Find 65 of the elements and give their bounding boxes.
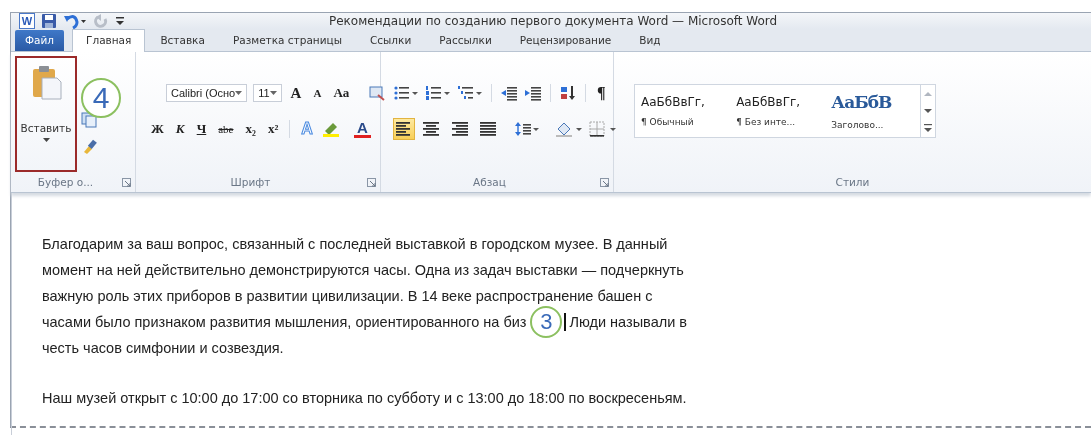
clear-formatting-icon[interactable] <box>368 85 387 101</box>
ribbon-tab[interactable]: Рассылки <box>426 30 505 51</box>
ribbon-tab[interactable]: Вставка <box>147 30 218 51</box>
line-spacing-icon[interactable] <box>515 121 539 137</box>
style-name[interactable]: Заголово... <box>831 120 915 130</box>
file-tab[interactable]: Файл <box>15 30 64 51</box>
document-text: Благодарим за ваш вопрос, связанный с последней выставкой в городском музее. В данный <box>42 235 668 254</box>
document-text: часами было признаком развития мышления, ориентированного на биз <box>42 313 527 332</box>
show-formatting-button[interactable]: ¶ <box>594 84 609 102</box>
bullets-icon[interactable] <box>393 85 419 101</box>
dialog-launcher-icon[interactable] <box>600 177 609 187</box>
group-label: Стили <box>834 176 871 188</box>
window-title: Рекомендации по созданию первого документа Word — Microsoft Word <box>329 14 778 28</box>
font-name-dropdown[interactable]: Calibri (Осно <box>166 84 248 102</box>
subscript-button[interactable]: x₂ <box>242 121 259 137</box>
grow-font-button[interactable]: A <box>287 84 305 102</box>
callout-number: 3 <box>530 306 563 338</box>
sort-icon[interactable] <box>559 85 577 101</box>
group-label: Абзац <box>472 176 507 188</box>
document-text: важную роль этих приборов в развитии цивилизации. В 14 веке распространение башен с <box>42 287 653 306</box>
increase-indent-icon[interactable] <box>524 85 542 101</box>
style-sample[interactable]: АаБбВвГг, <box>736 95 820 109</box>
clipboard-icon[interactable] <box>30 64 62 100</box>
font-size-dropdown[interactable]: 11 <box>253 84 282 102</box>
ribbon-tab[interactable]: Ссылки <box>356 30 425 51</box>
ribbon-tab[interactable]: Главная <box>72 29 146 52</box>
document-text: честь часов симфонии и созвездия. <box>42 339 284 358</box>
undo-icon[interactable] <box>63 13 87 29</box>
more-styles-icon[interactable] <box>922 122 935 135</box>
style-sample[interactable]: АаБбВвГг, <box>641 95 725 109</box>
shading-icon[interactable] <box>555 121 583 137</box>
underline-button[interactable]: Ч <box>193 121 210 137</box>
app-logo[interactable]: W <box>19 13 35 29</box>
style-name[interactable]: ¶ Обычный <box>641 117 725 127</box>
document-text: Люди называли в <box>569 313 687 332</box>
decrease-indent-icon[interactable] <box>500 85 518 101</box>
ribbon-tab[interactable]: Вид <box>626 30 674 51</box>
group-label: Буфер о... <box>36 176 95 188</box>
bold-button[interactable]: Ж <box>148 121 167 137</box>
paste-button[interactable]: Вставить <box>15 56 77 172</box>
change-case-button[interactable]: Aa <box>330 85 353 101</box>
shrink-font-button[interactable]: A <box>310 87 325 99</box>
ribbon-tab[interactable]: Разметка страницы <box>219 30 355 51</box>
document-text: Наш музей открыт с 10:00 до 17:00 со вторника по субботу и с 13:00 до 18:00 по воскресеньям. <box>42 389 687 408</box>
dropdown-arrow-icon[interactable] <box>269 91 277 95</box>
save-icon[interactable] <box>41 13 57 29</box>
brush-icon[interactable] <box>81 138 97 154</box>
multilevel-list-icon[interactable] <box>457 85 483 101</box>
align-left-button[interactable] <box>393 118 415 140</box>
document-text: момент на ней действительно демонстрируются часы. Одна из задач выставки — подчеркнуть <box>42 261 684 280</box>
dialog-launcher-icon[interactable] <box>122 177 131 187</box>
style-name[interactable]: ¶ Без инте... <box>736 117 820 127</box>
dropdown-arrow-icon[interactable] <box>235 91 243 95</box>
group-label: Шрифт <box>229 176 272 188</box>
dialog-launcher-icon[interactable] <box>367 177 376 187</box>
caret-icon[interactable] <box>42 138 50 142</box>
callout-number: 4 <box>81 78 121 118</box>
strikethrough-button[interactable]: abe <box>215 123 237 135</box>
superscript-button[interactable]: x² <box>264 121 282 137</box>
italic-button[interactable]: К <box>172 121 188 137</box>
ribbon-tab[interactable]: Рецензирование <box>506 30 625 51</box>
heading-style-sample[interactable]: АаБбВ <box>831 92 915 112</box>
font-color-button[interactable]: A <box>353 120 371 138</box>
borders-icon[interactable] <box>589 121 617 137</box>
numbering-icon[interactable] <box>425 85 451 101</box>
